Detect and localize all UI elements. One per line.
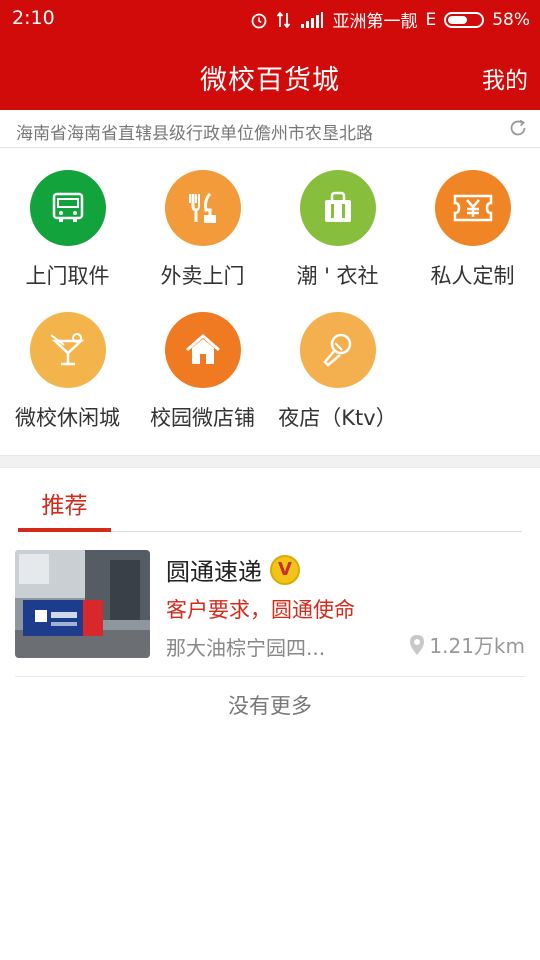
data-transfer-icon [277,11,291,28]
verified-badge-icon: V [270,554,300,585]
battery-icon [444,11,485,28]
battery-fill [448,15,467,24]
page-title: 微校百货城 [200,65,340,96]
location-text: 海南省海南省直辖县级行政单位儋州市农垦北路 [16,124,373,144]
status-time: 2:10 [12,7,55,29]
category-circle [29,312,106,388]
home-icon [185,334,220,364]
category-leisure[interactable]: 微校休闲城 [0,312,135,432]
food-utensils-icon [188,192,216,223]
tab-recommended[interactable]: 推荐 [18,468,111,532]
category-campus-shop[interactable]: 校园微店铺 [135,312,270,432]
category-label: 夜店（Ktv） [278,406,397,430]
status-bar: 2:10 亚洲第一靓 E 58% [0,0,540,38]
category-label: 校园微店铺 [150,406,255,430]
refresh-icon[interactable] [508,118,528,138]
carrier-name: 亚洲第一靓 [332,12,418,32]
category-label: 私人定制 [430,264,515,288]
status-right: 亚洲第一靓 E 58% [250,7,530,32]
location-bar[interactable]: 海南省海南省直辖县级行政单位儋州市农垦北路 [0,110,540,148]
store-thumbnail [15,550,150,658]
network-type: E [425,9,437,30]
category-ktv[interactable]: 夜店（Ktv） [270,312,405,432]
distance-text: 1.21万km [429,634,525,658]
microphone-icon [322,333,351,367]
category-circle [164,312,241,388]
store-distance: 1.21万km [409,630,525,659]
location-pin-icon [410,634,425,655]
store-slogan: 客户要求，圆通使命 [166,598,355,622]
category-pickup[interactable]: 上门取件 [0,170,135,290]
category-circle [164,170,241,246]
category-circle [299,312,376,388]
nav-bar: 微校百货城 我的 [0,38,540,110]
cocktail-icon [49,333,84,366]
yuan-ticket-icon [453,194,492,222]
tab-bar: 推荐 [18,468,522,532]
category-label: 上门取件 [25,264,110,288]
alarm-icon [252,13,267,28]
store-card[interactable]: 圆通速递 V 客户要求，圆通使命 那大油棕宁园四... 1.21万km [15,550,525,660]
category-label: 潮 ' 衣社 [296,264,379,288]
store-address: 那大油棕宁园四... [166,636,326,660]
category-label: 微校休闲城 [15,406,120,430]
battery-percent: 58% [492,9,530,30]
shopping-bag-icon [324,191,351,222]
signal-icon [301,11,324,28]
list-separator [15,676,525,677]
store-name: 圆通速递 V [166,552,300,587]
category-circle [29,170,106,246]
store-name-text: 圆通速递 [166,558,262,586]
mine-button[interactable]: 我的 [482,61,528,95]
category-circle [299,170,376,246]
section-divider [0,455,540,468]
category-fashion[interactable]: 潮 ' 衣社 [270,170,405,290]
category-custom[interactable]: 私人定制 [405,170,540,290]
category-label: 外卖上门 [160,264,245,288]
no-more-text: 没有更多 [228,694,312,718]
category-takeout[interactable]: 外卖上门 [135,170,270,290]
category-circle [434,170,511,246]
delivery-van-icon [52,192,83,222]
